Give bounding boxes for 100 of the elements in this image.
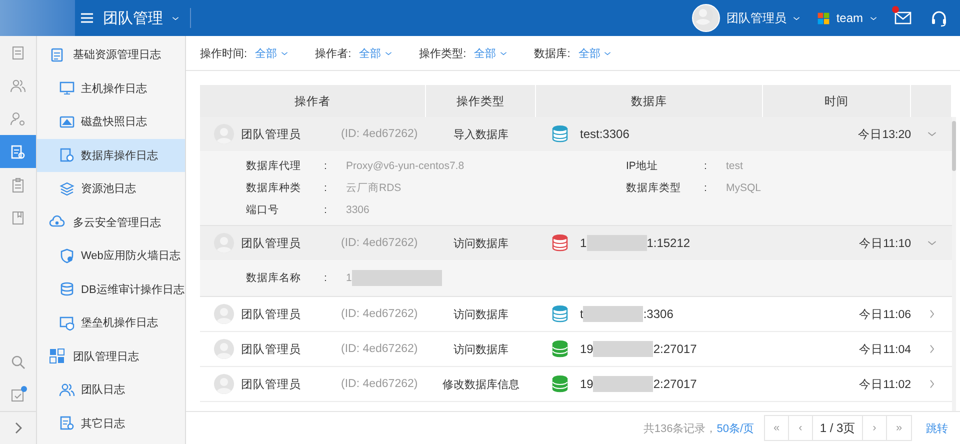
detail-colon: : (324, 272, 327, 284)
layers-icon (59, 180, 75, 197)
nav-item[interactable]: 磁盘快照日志 (37, 105, 185, 138)
operator-id: (ID: 4ed67262) (341, 237, 418, 249)
database-port: 1:15212 (646, 236, 690, 250)
nav-item[interactable]: 资源池日志 (37, 172, 185, 206)
detail-label: 数据库种类 (246, 181, 302, 195)
monitor-icon (59, 80, 75, 96)
book-icon (10, 210, 26, 226)
record-count: 共136条记录， (643, 422, 717, 436)
nav-item[interactable]: Web应用防火墙日志 (37, 239, 185, 272)
detail-colon: : (324, 204, 327, 216)
filter-label: 数据库: (534, 46, 570, 60)
database-address: 19 (580, 342, 594, 356)
operator-name: 团队管理员 (241, 378, 302, 392)
time-cell-text: 今日11:02 (858, 378, 911, 392)
nav-item[interactable]: DB运维审计操作日志 (37, 272, 185, 306)
action-cell-text: 访问数据库 (452, 236, 510, 250)
filter-label: 操作类型: (419, 46, 466, 60)
users-icon (10, 78, 26, 94)
document-gear-icon (59, 415, 75, 432)
search-icon (10, 354, 26, 370)
operator-id: (ID: 4ed67262) (341, 378, 418, 390)
operator-id: (ID: 4ed67262) (341, 343, 418, 355)
avatar-icon (214, 374, 234, 394)
nav-item[interactable]: 多云安全管理日志 (37, 206, 185, 239)
team-menu[interactable]: team (817, 11, 878, 25)
action-cell-text: 访问数据库 (452, 308, 510, 322)
operator-name: 团队管理员 (241, 128, 302, 142)
users-icon (59, 382, 75, 398)
checklist-icon (10, 386, 26, 402)
shield-icon (59, 248, 75, 264)
database-icon (552, 124, 570, 144)
avatar-icon (214, 339, 234, 359)
detail-label: 数据库代理 (246, 159, 302, 173)
avatar-icon (214, 304, 234, 324)
detail-value: 云厂商RDS (346, 181, 402, 195)
detail-label: 数据库名称 (246, 271, 302, 285)
database-port: 2:27017 (653, 342, 697, 356)
redaction-block (593, 376, 654, 392)
nav-item[interactable]: 基础资源管理日志 (37, 38, 185, 72)
time-cell-text: 今日11:06 (858, 308, 911, 322)
operator-id: (ID: 4ed67262) (341, 128, 418, 140)
operator-name: 团队管理员 (241, 236, 302, 250)
mail-icon (894, 9, 912, 27)
operator-name: 团队管理员 (241, 308, 302, 322)
headset-icon (930, 9, 948, 27)
nav-item[interactable]: 团队管理日志 (37, 340, 185, 373)
action-cell-text: 访问数据库 (452, 342, 510, 356)
filter-label: 操作时间: (200, 46, 248, 60)
monitor-shield-icon (59, 314, 75, 331)
detail-colon: : (704, 182, 707, 194)
column-header: 数据库 (536, 85, 763, 117)
database-icon (552, 304, 570, 324)
document-icon (49, 46, 65, 63)
nav-item[interactable]: 主机操作日志 (37, 72, 185, 105)
clipboard-icon (10, 176, 26, 192)
action-cell-text: 修改数据库信息 (442, 378, 520, 392)
document-icon (10, 44, 26, 60)
action-cell-text: 导入数据库 (452, 128, 510, 142)
detail-colon: : (704, 160, 707, 172)
menu-icon (79, 10, 95, 26)
database-icon (552, 339, 570, 359)
nav-item[interactable]: 其它日志 (37, 406, 185, 440)
detail-label: IP地址 (626, 159, 659, 173)
detail-value: Proxy@v6-yun-centos7.8 (346, 160, 464, 172)
grid-icon (817, 12, 830, 24)
database-address: 1 (580, 236, 587, 250)
detail-value: MySQL (726, 182, 762, 194)
database-icon (552, 374, 570, 394)
database-log-icon (59, 147, 75, 164)
column-header: 操作类型 (426, 85, 536, 117)
app-title: 团队管理 (103, 8, 163, 28)
redaction-block (586, 235, 647, 251)
database-address: test:3306 (580, 127, 630, 141)
nav-item[interactable]: 团队日志 (37, 373, 185, 406)
nav-item[interactable]: 堡垒机操作日志 (37, 306, 185, 340)
detail-value: 1 (346, 272, 352, 284)
detail-colon: : (324, 182, 327, 194)
time-cell-text: 今日11:10 (858, 236, 911, 250)
database-icon (552, 233, 570, 253)
database-port: :3306 (643, 307, 674, 321)
detail-colon: : (324, 160, 327, 172)
detail-label: 端口号 (246, 203, 280, 217)
operator-id: (ID: 4ed67262) (341, 308, 418, 320)
scrollbar-thumb[interactable] (952, 121, 956, 171)
column-header: 操作者 (200, 85, 426, 117)
database-address: 19 (580, 377, 594, 391)
detail-value: 3306 (346, 204, 370, 216)
grid-icon (49, 348, 65, 364)
database-icon (59, 281, 75, 298)
column-header: 时间 (763, 85, 911, 117)
user-gear-icon (10, 110, 26, 126)
nav-item[interactable]: 数据库操作日志 (37, 138, 185, 172)
time-cell-text: 今日13:20 (857, 128, 911, 142)
user-menu[interactable]: 团队管理员 (692, 4, 802, 32)
time-cell-text: 今日11:04 (858, 342, 911, 356)
filter-label: 操作者: (315, 46, 352, 60)
rail-item[interactable] (0, 135, 36, 168)
database-address: t (580, 307, 584, 321)
